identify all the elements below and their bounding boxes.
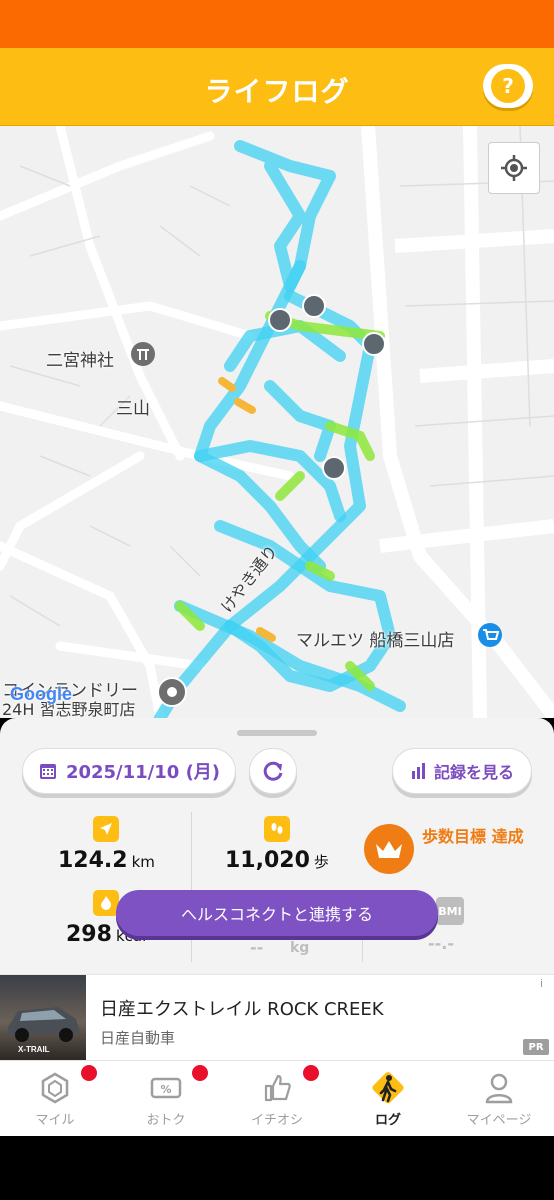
footsteps-icon [264, 816, 290, 842]
distance-stat: 124.2 km [58, 848, 155, 873]
stat-divider [191, 812, 192, 962]
tab-label: マイページ [466, 1113, 532, 1128]
calories-value: 298 [66, 922, 112, 947]
waypoint-marker [322, 456, 346, 480]
goal-achieved-text: 歩数目標 達成 [422, 827, 524, 846]
distance-value: 124.2 [58, 848, 128, 873]
tab-mypage[interactable]: マイページ [444, 1061, 554, 1137]
map-label-shrine[interactable]: 二宮神社 [46, 346, 114, 371]
tab-label: マイル [35, 1113, 75, 1128]
map-road [419, 359, 554, 383]
walking-person-icon [372, 1072, 404, 1104]
question-mark-icon: ? [491, 69, 525, 103]
coupon-icon: % [150, 1077, 182, 1099]
weight-unit: kg [290, 940, 310, 956]
app-header: ライフログ [0, 48, 554, 126]
refresh-icon [263, 761, 283, 781]
ad-title[interactable]: 日産エクストレイル ROCK CREEK [100, 995, 384, 1021]
date-label: 2025/11/10 (月) [65, 762, 221, 783]
map-canvas [0, 126, 554, 718]
shop-pin-icon [478, 623, 502, 647]
my-location-button[interactable] [488, 142, 540, 194]
weight-placeholder: -- [250, 938, 264, 957]
bar-chart-icon [411, 763, 425, 779]
bmi-placeholder: --.- [428, 934, 454, 953]
svg-text:%: % [160, 1083, 171, 1096]
goal-achieved-badge [364, 824, 414, 874]
map-road [0, 451, 145, 571]
notification-dot [192, 1065, 208, 1081]
waypoint-marker [268, 308, 292, 332]
ad-pr-label: PR [523, 1039, 549, 1055]
page-title: ライフログ [204, 75, 350, 108]
ad-banner[interactable]: X-TRAIL 日産エクストレイル ROCK CREEK 日産自動車 PR i [0, 974, 554, 1061]
crown-icon [376, 841, 402, 858]
refresh-button[interactable] [249, 748, 297, 794]
map-view[interactable]: 二宮神社 三山 けやき通り マルエツ 船橋三山店 コインランドリー 24H 習志… [0, 126, 554, 718]
ad-thumb-text: X-TRAIL [18, 1045, 50, 1054]
ad-advertiser: 日産自動車 [100, 1029, 176, 1047]
health-connect-button[interactable]: ヘルスコネクトと連携する [116, 890, 438, 936]
ad-info-icon[interactable]: i [540, 977, 543, 990]
date-picker-button[interactable]: 2025/11/10 (月) [22, 748, 236, 794]
bottom-tab-bar: マイル % おトク イチオシ ログ マイページ [0, 1060, 554, 1136]
shrine-pin-icon [131, 342, 155, 366]
crosshair-icon [501, 155, 527, 181]
steps-stat: 11,020 歩 [225, 848, 329, 873]
view-records-button[interactable]: 記録を見る [392, 748, 532, 794]
steps-value: 11,020 [225, 848, 310, 873]
person-icon [485, 1073, 513, 1104]
distance-unit: km [131, 853, 155, 871]
notification-dot [303, 1065, 319, 1081]
distance-icon [93, 816, 119, 842]
view-records-label: 記録を見る [433, 763, 514, 782]
map-label-supermarket[interactable]: マルエツ 船橋三山店 [296, 626, 454, 651]
map-road [55, 641, 205, 671]
help-button[interactable]: ? [483, 64, 533, 108]
system-nav-bar [0, 1136, 554, 1200]
waypoint-marker [362, 332, 386, 356]
map-label-mitsuyama: 三山 [116, 399, 150, 419]
thumbs-up-icon [264, 1074, 291, 1102]
ad-thumbnail[interactable]: X-TRAIL [0, 975, 86, 1061]
drag-handle[interactable] [237, 730, 317, 736]
tab-label: ログ [374, 1113, 401, 1128]
map-road [0, 131, 215, 221]
google-attribution: Google [10, 684, 72, 705]
tab-label: イチオシ [250, 1113, 303, 1128]
bmi-icon: BMI [436, 897, 464, 925]
steps-unit: 歩 [313, 853, 329, 871]
laundry-pin-icon [157, 677, 187, 707]
tab-label: おトク [146, 1113, 186, 1128]
tab-log[interactable]: ログ [333, 1061, 443, 1137]
notification-dot [81, 1065, 97, 1081]
waypoint-marker [302, 294, 326, 318]
hexagon-icon [41, 1072, 69, 1104]
google-logo-text: Google [10, 684, 72, 704]
calendar-icon [39, 764, 56, 779]
status-bar [0, 0, 554, 48]
